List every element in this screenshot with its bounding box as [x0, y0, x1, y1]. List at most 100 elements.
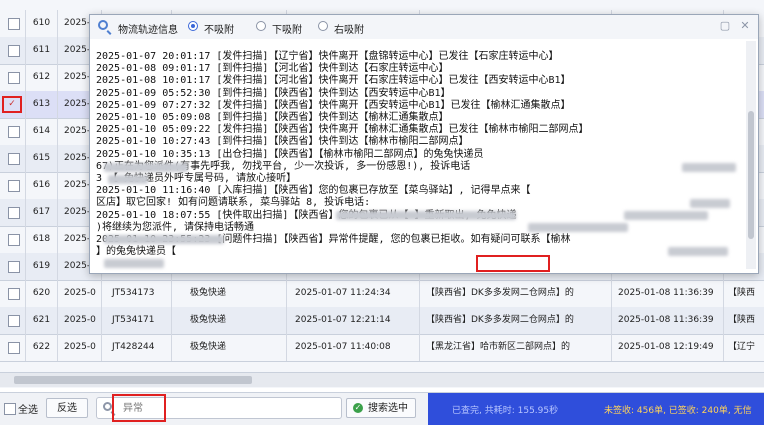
radio-snap-down[interactable]: [256, 21, 266, 31]
row-checkbox[interactable]: [0, 37, 26, 64]
row-number: 616: [26, 172, 58, 199]
select-all-checkbox[interactable]: [4, 403, 16, 415]
row-checkbox[interactable]: [0, 64, 26, 91]
row-number: 615: [26, 145, 58, 172]
log-line: 2025-01-08 10:01:17 [发件扫描]【河北省】快件离开【石家庄转…: [96, 75, 571, 87]
selected-row-marker[interactable]: ✓: [2, 96, 22, 113]
log-vertical-scrollbar[interactable]: [746, 41, 756, 269]
origin-cell: 【黑龙江省】哈市新区二部网点】的: [420, 334, 612, 361]
select-all-label[interactable]: 全选: [18, 401, 38, 416]
table-row[interactable]: 621 2025-0 JT534171 极兔快递 2025-01-07 12:21:14…: [0, 307, 764, 335]
ship-time-cell: 2025-01-07 11:40:08: [287, 334, 420, 361]
redacted-phone: [682, 163, 736, 172]
redacted-text: [668, 247, 728, 256]
status-bar: 已查完, 共耗时: 155.95秒 未签收: 456单, 已签收: 240单, …: [428, 393, 764, 425]
scroll-thumb[interactable]: [14, 376, 252, 384]
row-checkbox-box[interactable]: [8, 207, 20, 219]
row-number: 610: [26, 10, 58, 37]
row-checkbox[interactable]: [0, 334, 26, 361]
row-checkbox-box[interactable]: [8, 288, 20, 300]
date-cell: 2025-0: [58, 334, 102, 361]
redacted-text: [108, 175, 148, 184]
row-checkbox[interactable]: [0, 280, 26, 307]
tracking-number-cell: JT428244: [102, 334, 172, 361]
row-checkbox-box[interactable]: [8, 18, 20, 30]
ship-time-cell: 2025-01-07 11:24:34: [287, 280, 420, 307]
log-line: 2025-01-09 07:27:32 [发件扫描]【陕西省】快件离开【西安转运…: [96, 99, 571, 111]
redacted-text: [104, 163, 188, 172]
radio-snap-right-label: 右吸附: [334, 25, 364, 36]
maximize-icon[interactable]: ▢: [718, 19, 732, 33]
row-checkbox[interactable]: [0, 226, 26, 253]
row-number: 620: [26, 280, 58, 307]
row-number: 617: [26, 199, 58, 226]
row-checkbox[interactable]: [0, 199, 26, 226]
highlight-exception-remark: [476, 255, 550, 272]
row-checkbox-box[interactable]: [8, 126, 20, 138]
invert-selection-button[interactable]: 反选: [46, 398, 88, 418]
table-row[interactable]: 620 2025-0 JT534173 极兔快递 2025-01-07 11:24:34…: [0, 280, 764, 308]
log-line: 区店】取它回家! 如有问题请联系, 菜鸟驿站 8, 投诉电话:: [96, 197, 371, 209]
status-counts: 未签收: 456单, 已签收: 240单, 无信: [604, 406, 752, 416]
row-checkbox-box[interactable]: [8, 45, 20, 57]
row-number: 614: [26, 118, 58, 145]
log-line: 2025-01-10 11:16:40 [入库扫描]【陕西省】您的包裹已存放至【…: [96, 185, 531, 197]
row-checkbox-box[interactable]: [8, 153, 20, 165]
row-checkbox[interactable]: [0, 307, 26, 334]
log-line: 2025-01-10 05:09:08 [到件扫描]【陕西省】快件到达【榆林汇通…: [96, 112, 449, 123]
origin-cell: 【陕西省】DK多多发网二仓网点】的: [420, 307, 612, 334]
row-checkbox[interactable]: [0, 10, 26, 37]
radio-no-snap[interactable]: [188, 21, 198, 31]
redacted-phone: [624, 211, 708, 220]
origin-cell: 【陕西省】DK多多发网二仓网点】的: [420, 280, 612, 307]
row-checkbox-box[interactable]: [8, 72, 20, 84]
row-number: 612: [26, 64, 58, 91]
dialog-title: 物流轨迹信息: [118, 25, 178, 36]
radio-snap-right[interactable]: [318, 21, 328, 31]
check-circle-icon: ✓: [353, 403, 363, 413]
radio-no-snap-label: 不吸附: [204, 25, 234, 36]
dialog-header: 物流轨迹信息 不吸附 下吸附 右吸附 ▢ ✕: [90, 15, 758, 39]
row-number: 622: [26, 334, 58, 361]
date-cell: 2025-0: [58, 307, 102, 334]
row-checkbox[interactable]: ✓: [0, 91, 26, 118]
row-number: 611: [26, 37, 58, 64]
logistics-trace-dialog: 物流轨迹信息 不吸附 下吸附 右吸附 ▢ ✕ 2025-01-07 20:01:…: [89, 14, 759, 274]
row-checkbox-box[interactable]: [8, 180, 20, 192]
redacted-text: [690, 199, 730, 208]
location-cell: 【陕西: [728, 315, 756, 325]
find-selected-button[interactable]: ✓ 搜索选中: [346, 398, 416, 418]
row-checkbox-box[interactable]: [8, 342, 20, 354]
table-row[interactable]: 622 2025-0 JT428244 极兔快递 2025-01-07 11:40:08…: [0, 334, 764, 362]
scroll-thumb[interactable]: [748, 111, 754, 239]
log-line: 2025-01-10 05:09:22 [发件扫描]【陕西省】快件离开【榆林汇通…: [96, 124, 589, 136]
status-elapsed: 已查完, 共耗时: 155.95秒: [452, 406, 559, 416]
row-number: 618: [26, 226, 58, 253]
search-icon: [103, 402, 112, 411]
tracking-number-cell: JT534173: [102, 280, 172, 307]
update-time-cell: 2025-01-08 11:36:39: [612, 307, 724, 334]
courier-cell: 极兔快递: [172, 280, 287, 307]
row-checkbox[interactable]: [0, 118, 26, 145]
row-number: 613: [26, 91, 58, 118]
log-line: )将继续为您派件, 请保持电话畅通: [96, 221, 255, 233]
row-checkbox-box[interactable]: [8, 261, 20, 273]
row-checkbox[interactable]: [0, 253, 26, 280]
redacted-text: [528, 223, 628, 232]
row-checkbox[interactable]: [0, 145, 26, 172]
log-line: 2025-01-09 05:52:30 [到件扫描]【陕西省】快件到达【西安转运…: [96, 87, 451, 99]
search-icon: [98, 20, 108, 30]
update-time-cell: 2025-01-08 12:19:49: [612, 334, 724, 361]
row-number: 619: [26, 253, 58, 280]
update-time-cell: 2025-01-08 11:36:39: [612, 280, 724, 307]
row-checkbox[interactable]: [0, 172, 26, 199]
redacted-text: [104, 259, 164, 268]
row-number: 621: [26, 307, 58, 334]
close-icon[interactable]: ✕: [738, 19, 752, 33]
ship-time-cell: 2025-01-07 12:21:14: [287, 307, 420, 334]
redacted-phone: [336, 211, 516, 220]
row-checkbox-box[interactable]: [8, 234, 20, 246]
log-line: 】的兔兔快递员【: [96, 246, 176, 258]
grid-horizontal-scrollbar[interactable]: [0, 372, 764, 387]
row-checkbox-box[interactable]: [8, 315, 20, 327]
